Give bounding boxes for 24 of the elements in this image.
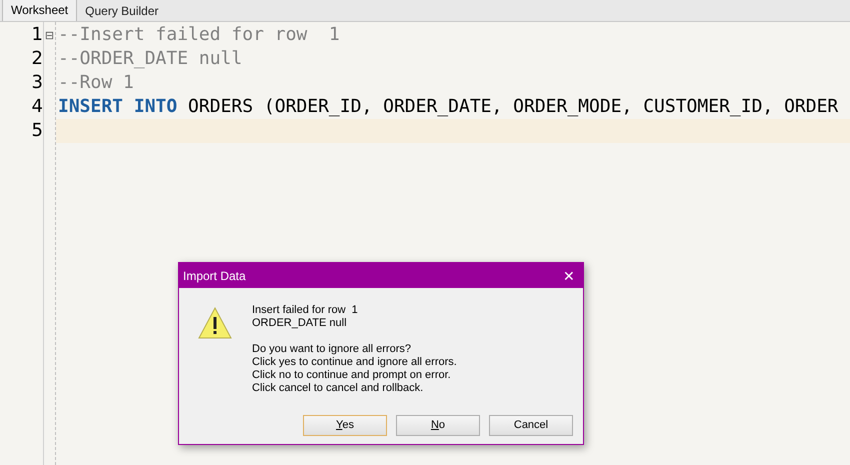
line-number: 3 <box>32 71 43 95</box>
dialog-button[interactable]: Cancel <box>489 415 573 436</box>
dialog-button[interactable]: Yes <box>303 415 387 436</box>
line-number: 5 <box>32 119 43 143</box>
warning-icon <box>197 306 233 340</box>
message-text: ORDER_DATE null <box>252 317 348 330</box>
tab[interactable]: Worksheet <box>2 0 78 21</box>
close-button[interactable]: ✕ <box>563 268 575 282</box>
message-text: Click cancel to cancel and rollback. <box>252 382 424 395</box>
code-line: --Row 1 <box>57 71 135 95</box>
message-text: Click yes to continue and ignore all errors. <box>252 356 457 369</box>
line-number: 2 <box>32 47 43 71</box>
code-line: --ORDER_DATE null <box>57 47 244 71</box>
line-number: 4 <box>32 95 43 119</box>
collapse-icon[interactable]: ⊟ <box>44 30 54 40</box>
code-line: INSERT INTO ORDERS (ORDER_ID, ORDER_DATE, ORDER_MODE, CUSTOMER_ID, ORDER <box>57 95 840 119</box>
dialog-button[interactable]: No <box>396 415 480 436</box>
message-text: Do you want to ignore all errors? <box>252 343 412 356</box>
code-line: --Insert failed for row 1 <box>57 23 341 47</box>
line-number: 1 <box>32 23 43 47</box>
dialog-title: Import Data <box>183 268 246 284</box>
message-text: Click no to continue and prompt on error. <box>252 369 452 382</box>
message-text: Insert failed for row 1 <box>252 304 359 317</box>
tab[interactable]: Query Builder <box>77 1 167 21</box>
